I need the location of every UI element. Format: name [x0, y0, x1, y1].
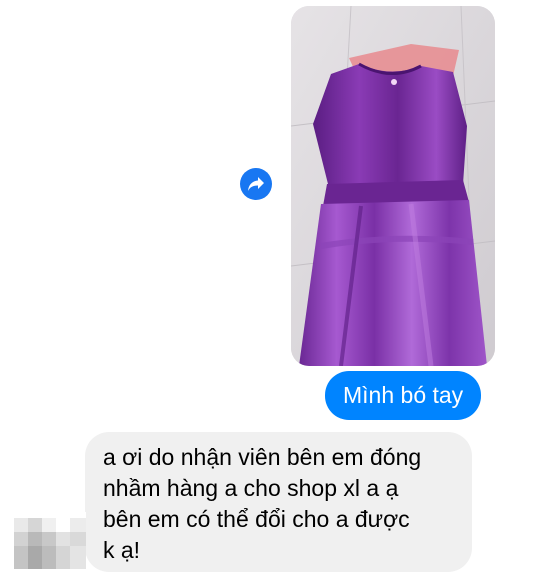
sent-message-bubble[interactable]: Mình bó tay: [325, 371, 482, 420]
dress-photo-message[interactable]: [291, 6, 495, 366]
purple-dress-image: [291, 6, 495, 366]
received-message-bubble[interactable]: a ơi do nhận viên bên em đóng nhầm hàng …: [85, 432, 472, 572]
received-message-line: bên em có thể đổi cho a được: [103, 506, 410, 532]
sent-message-text: Mình bó tay: [343, 382, 464, 408]
sender-avatar[interactable]: [14, 512, 86, 569]
share-arrow-icon: [248, 177, 264, 191]
forward-button[interactable]: [240, 168, 272, 200]
pixelated-avatar-image: [14, 512, 86, 569]
received-message-line: a ơi do nhận viên bên em đóng: [103, 444, 422, 470]
received-message-line: k ạ!: [103, 537, 141, 563]
received-message-line: nhầm hàng a cho shop xl a ạ: [103, 475, 399, 501]
